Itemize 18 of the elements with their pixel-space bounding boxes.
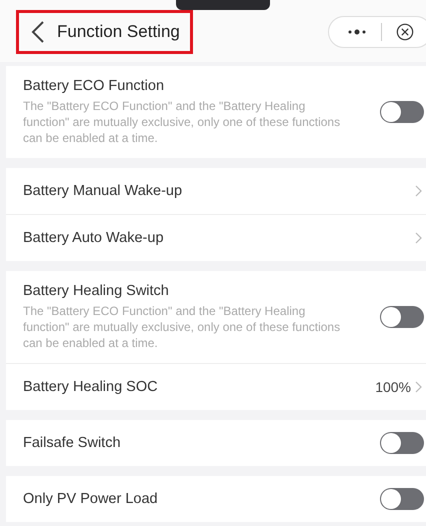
setting-label: Battery Auto Wake-up	[23, 230, 165, 246]
setting-label: Battery Healing Switch	[23, 283, 170, 299]
toggle-switch[interactable]	[380, 488, 424, 510]
toggle-switch[interactable]	[380, 101, 424, 123]
setting-value: 100%	[375, 379, 411, 395]
page-title: Function Setting	[57, 22, 180, 42]
setting-label: Only PV Power Load	[23, 491, 159, 507]
setting-label: Battery Healing SOC	[23, 379, 159, 395]
setting-description: The "Battery ECO Function" and the "Battery Healing function" are mutually exclusive, only one of these functions can be enabled at a time.	[23, 303, 342, 351]
setting-label: Battery ECO Function	[23, 78, 166, 94]
close-icon[interactable]	[396, 23, 414, 41]
setting-label: Battery Manual Wake-up	[23, 183, 184, 199]
back-icon[interactable]	[31, 20, 45, 44]
toggle-switch[interactable]	[380, 306, 424, 328]
more-icon[interactable]	[347, 29, 367, 35]
setting-label: Failsafe Switch	[23, 435, 122, 451]
setting-description: The "Battery ECO Function" and the "Battery Healing function" are mutually exclusive, only one of these functions can be enabled at a time.	[23, 98, 342, 146]
toggle-switch[interactable]	[380, 432, 424, 454]
